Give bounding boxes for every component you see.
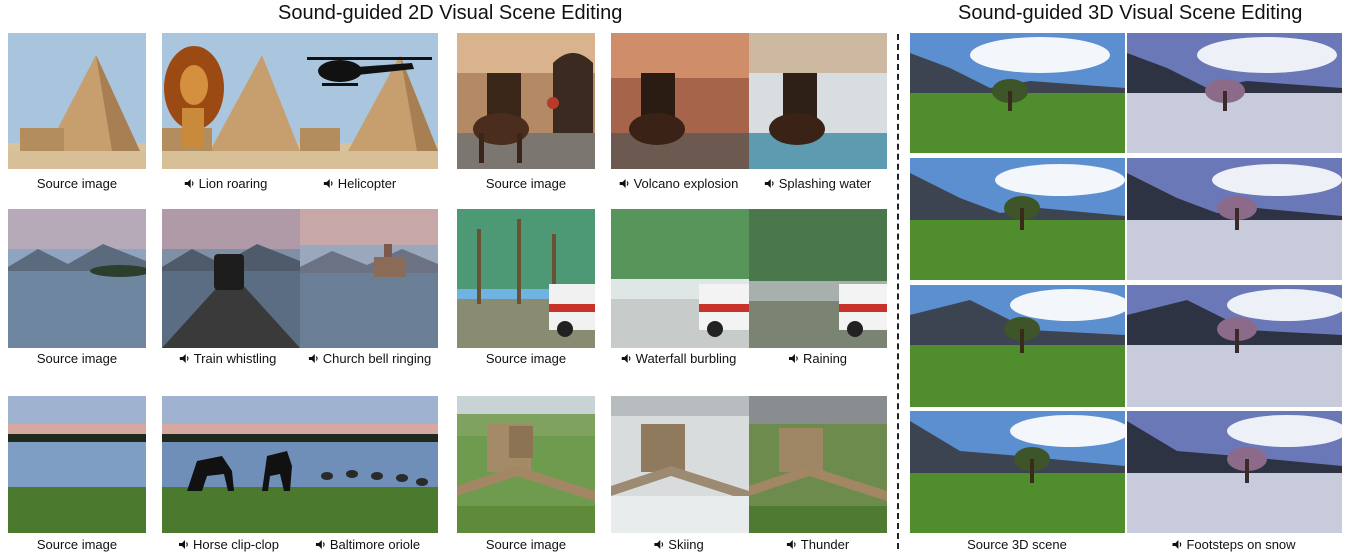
speaker-icon	[184, 179, 194, 188]
caption-source-image: Source image	[36, 176, 118, 191]
caption-lion-roaring: Lion roaring	[184, 176, 267, 191]
speaker-icon	[308, 354, 318, 363]
speaker-icon	[788, 354, 798, 363]
scene-source-frame	[910, 411, 1125, 533]
speaker-icon	[323, 179, 333, 188]
scene-source-frame	[910, 285, 1125, 407]
scene-edited-frame	[1127, 285, 1342, 407]
caption-source-image: Source image	[36, 351, 118, 366]
caption-raining: Raining	[788, 351, 847, 366]
caption-source-image: Source image	[485, 537, 567, 552]
caption-source-image: Source image	[485, 176, 567, 191]
caption-train-whistling: Train whistling	[179, 351, 276, 366]
palm-source-image	[457, 209, 595, 348]
caption-thunder: Thunder	[786, 537, 849, 552]
caption-footsteps-on-snow: Footsteps on snow	[1172, 537, 1296, 552]
speaker-icon	[654, 540, 664, 549]
speaker-icon	[619, 179, 629, 188]
speaker-icon	[786, 540, 796, 549]
scene-source-frame	[910, 158, 1125, 280]
caption-church-bell-ringing: Church bell ringing	[308, 351, 431, 366]
caption-waterfall-burbling: Waterfall burbling	[621, 351, 736, 366]
scene-edited-frame	[1127, 158, 1342, 280]
castle-source-image	[457, 396, 595, 533]
speaker-icon	[1172, 540, 1182, 549]
caption-volcano-explosion: Volcano explosion	[619, 176, 738, 191]
speaker-icon	[179, 540, 188, 549]
palm-edited-image	[611, 209, 887, 348]
castle-edited-image	[611, 396, 887, 533]
scene-edited-frame	[1127, 411, 1342, 533]
speaker-icon	[764, 179, 774, 188]
title-3d-editing: Sound-guided 3D Visual Scene Editing	[958, 2, 1303, 24]
caption-source-3d-scene: Source 3D scene	[967, 537, 1067, 552]
plaza-source-image	[457, 33, 595, 169]
caption-source-image: Source image	[485, 351, 567, 366]
lake-edited-image	[162, 209, 438, 348]
scene-edited-frame	[1127, 33, 1342, 153]
caption-source-image: Source image	[36, 537, 118, 552]
caption-baltimore-oriole: Baltimore oriole	[315, 537, 420, 552]
plaza-edited-image	[611, 33, 887, 169]
lake-source-image	[8, 209, 146, 348]
scene-source-frame	[910, 33, 1125, 153]
speaker-icon	[179, 354, 189, 363]
caption-splashing-water: Splashing water	[764, 176, 871, 191]
caption-skiing: Skiing	[654, 537, 704, 552]
title-2d-editing: Sound-guided 2D Visual Scene Editing	[278, 2, 623, 24]
pyramid-edited-image	[162, 33, 438, 169]
field-edited-image	[162, 396, 438, 533]
field-source-image	[8, 396, 146, 533]
section-divider	[897, 34, 899, 549]
caption-helicopter: Helicopter	[323, 176, 396, 191]
pyramid-source-image	[8, 33, 146, 169]
caption-horse-clip-clop: Horse clip-clop	[179, 537, 279, 552]
speaker-icon	[621, 354, 631, 363]
speaker-icon	[315, 540, 325, 549]
